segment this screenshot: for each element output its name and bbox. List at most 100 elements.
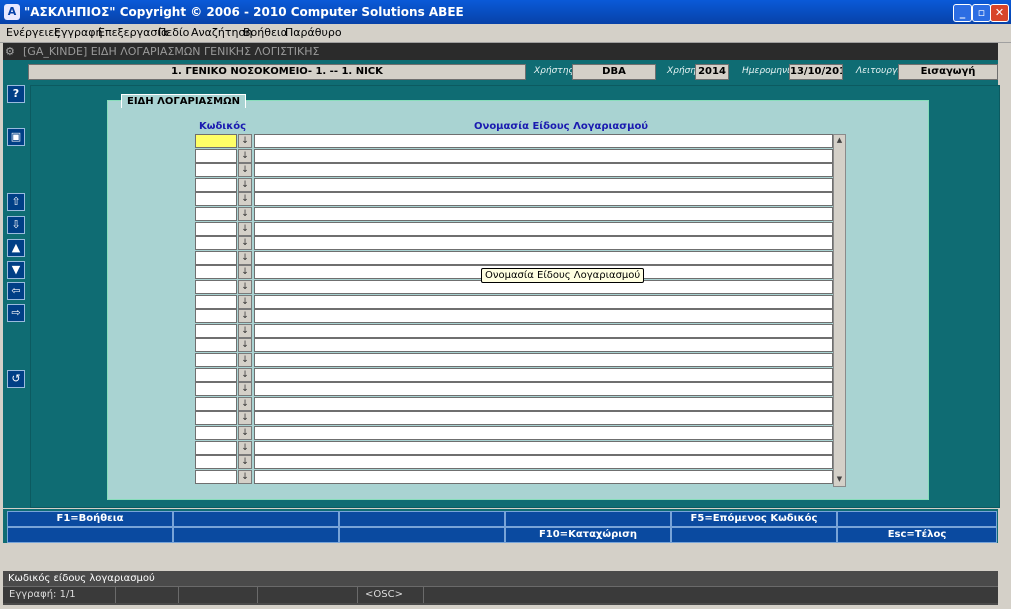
account-name-input[interactable] [254, 455, 833, 470]
list-of-values-icon[interactable]: ↓ [238, 309, 252, 324]
code-input[interactable] [195, 236, 237, 251]
fkey-r2-c4[interactable]: F10=Καταχώριση [505, 527, 671, 543]
list-of-values-icon[interactable]: ↓ [238, 411, 252, 426]
menu-help[interactable]: Βοήθεια [243, 26, 288, 39]
previous-record-icon[interactable]: ▲ [7, 239, 25, 257]
menu-window[interactable]: Παράθυρο [285, 26, 342, 39]
account-name-input[interactable] [254, 221, 833, 236]
fkey-r2-c5[interactable] [671, 527, 837, 543]
fkey-r1-c3[interactable] [339, 511, 505, 527]
list-of-values-icon[interactable]: ↓ [238, 294, 252, 309]
code-input[interactable] [195, 280, 237, 294]
account-name-input[interactable] [254, 207, 833, 221]
maximize-button[interactable]: ▫ [972, 4, 991, 22]
fkey-r1-c4[interactable] [505, 511, 671, 527]
fkey-r1-c2[interactable] [173, 511, 339, 527]
code-input[interactable] [195, 411, 237, 426]
code-input[interactable] [195, 396, 237, 411]
list-of-values-icon[interactable]: ↓ [238, 396, 252, 411]
list-of-values-icon[interactable]: ↓ [238, 265, 252, 280]
account-name-input[interactable] [254, 177, 833, 192]
code-input[interactable] [195, 426, 237, 440]
account-name-input[interactable] [254, 294, 833, 309]
code-input[interactable] [195, 309, 237, 324]
account-name-input[interactable] [254, 323, 833, 338]
account-name-input[interactable] [254, 192, 833, 207]
account-name-input[interactable] [254, 367, 833, 382]
list-of-values-icon[interactable]: ↓ [238, 323, 252, 338]
menu-record[interactable]: Εγγραφή [54, 26, 102, 39]
fkey-r2-c1[interactable] [7, 527, 173, 543]
list-of-values-icon[interactable]: ↓ [238, 134, 252, 148]
code-input[interactable] [195, 207, 237, 221]
code-input[interactable] [195, 440, 237, 455]
last-record-icon[interactable]: ⇩ [7, 216, 25, 234]
account-name-input[interactable] [254, 338, 833, 353]
account-name-input[interactable] [254, 411, 833, 426]
code-input[interactable] [195, 163, 237, 178]
list-of-values-icon[interactable]: ↓ [238, 280, 252, 294]
account-name-input[interactable] [254, 236, 833, 251]
list-of-values-icon[interactable]: ↓ [238, 455, 252, 470]
code-input[interactable] [195, 469, 237, 484]
menu-actions[interactable]: Ενέργειες [6, 26, 61, 39]
fkey-r1-c1[interactable]: F1=Βοήθεια [7, 511, 173, 527]
fkey-r1-c5[interactable]: F5=Επόμενος Κωδικός [671, 511, 837, 527]
next-block-icon[interactable]: ⇨ [7, 304, 25, 322]
list-of-values-icon[interactable]: ↓ [238, 426, 252, 440]
minimize-button[interactable]: _ [953, 4, 972, 22]
list-of-values-icon[interactable]: ↓ [238, 382, 252, 397]
list-of-values-icon[interactable]: ↓ [238, 177, 252, 192]
code-input[interactable] [195, 353, 237, 367]
list-of-values-icon[interactable]: ↓ [238, 148, 252, 163]
list-of-values-icon[interactable]: ↓ [238, 250, 252, 265]
code-input[interactable] [195, 294, 237, 309]
list-of-values-icon[interactable]: ↓ [238, 469, 252, 484]
account-name-input[interactable] [254, 148, 833, 163]
previous-block-icon[interactable]: ⇦ [7, 282, 25, 300]
code-input[interactable] [195, 177, 237, 192]
menu-field[interactable]: Πεδίο [158, 26, 189, 39]
list-of-values-icon[interactable]: ↓ [238, 440, 252, 455]
code-input[interactable] [195, 338, 237, 353]
list-of-values-icon[interactable]: ↓ [238, 236, 252, 251]
code-input[interactable] [195, 134, 237, 148]
account-name-input[interactable] [254, 426, 833, 440]
account-name-input[interactable] [254, 469, 833, 484]
code-input[interactable] [195, 148, 237, 163]
code-input[interactable] [195, 192, 237, 207]
code-input[interactable] [195, 382, 237, 397]
first-record-icon[interactable]: ⇧ [7, 193, 25, 211]
help-icon[interactable]: ? [7, 85, 25, 103]
code-input[interactable] [195, 250, 237, 265]
save-icon[interactable]: ▣ [7, 128, 25, 146]
account-name-input[interactable] [254, 163, 833, 178]
code-input[interactable] [195, 221, 237, 236]
list-of-values-icon[interactable]: ↓ [238, 367, 252, 382]
code-input[interactable] [195, 455, 237, 470]
scroll-up-icon[interactable]: ▲ [834, 135, 845, 146]
vertical-scrollbar[interactable]: ▲ ▼ [833, 134, 846, 487]
list-of-values-icon[interactable]: ↓ [238, 163, 252, 178]
account-name-input[interactable] [254, 134, 833, 148]
code-input[interactable] [195, 323, 237, 338]
code-input[interactable] [195, 265, 237, 280]
list-of-values-icon[interactable]: ↓ [238, 221, 252, 236]
code-input[interactable] [195, 367, 237, 382]
exit-icon[interactable]: ↺ [7, 370, 25, 388]
close-button[interactable]: ✕ [990, 4, 1009, 22]
list-of-values-icon[interactable]: ↓ [238, 338, 252, 353]
fkey-r2-c2[interactable] [173, 527, 339, 543]
account-name-input[interactable] [254, 396, 833, 411]
account-name-input[interactable] [254, 353, 833, 367]
fkey-r2-c6[interactable]: Esc=Τέλος [837, 527, 997, 543]
list-of-values-icon[interactable]: ↓ [238, 207, 252, 221]
next-record-icon[interactable]: ▼ [7, 261, 25, 279]
list-of-values-icon[interactable]: ↓ [238, 192, 252, 207]
fkey-r1-c6[interactable] [837, 511, 997, 527]
account-name-input[interactable] [254, 440, 833, 455]
list-of-values-icon[interactable]: ↓ [238, 353, 252, 367]
fkey-r2-c3[interactable] [339, 527, 505, 543]
scroll-down-icon[interactable]: ▼ [834, 474, 845, 485]
title-bar[interactable]: A "ΑΣΚΛΗΠΙΟΣ" Copyright © 2006 - 2010 Co… [0, 0, 1011, 24]
